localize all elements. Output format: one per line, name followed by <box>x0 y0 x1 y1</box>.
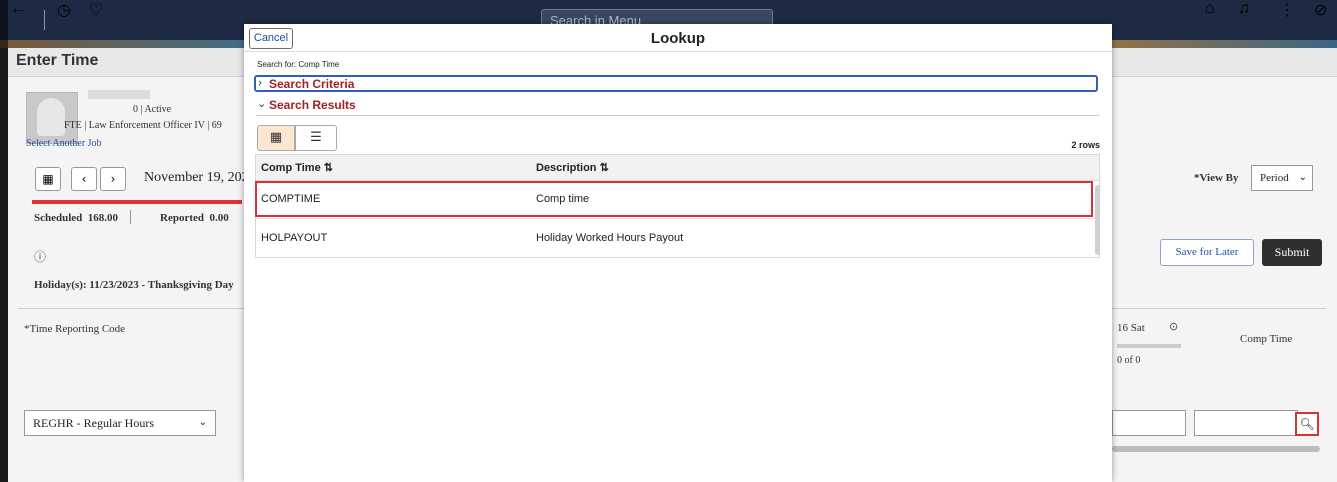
trc-column-header: *Time Reporting Code <box>24 323 126 335</box>
more-icon[interactable]: ⋮ <box>1279 0 1295 20</box>
search-results-divider <box>256 115 1100 116</box>
comp-time-input[interactable] <box>1194 410 1298 436</box>
chevron-down-icon: ⌄ <box>198 417 207 428</box>
comp-time-lookup-button[interactable]: 🔍︎ <box>1295 412 1319 436</box>
scheduled-label: Scheduled 168.00 <box>34 212 118 224</box>
view-by-label: *View By <box>1194 172 1239 184</box>
employee-job: FTE | Law Enforcement Officer IV | 69 <box>64 120 222 131</box>
trc-select-value: REGHR - Regular Hours <box>33 416 154 430</box>
avatar-silhouette-icon <box>37 98 65 136</box>
search-results-label[interactable]: Search Results <box>269 98 356 112</box>
row-highlight <box>255 181 1093 217</box>
chevron-down-icon: ⌄ <box>1298 172 1307 183</box>
next-period-button[interactable]: › <box>100 167 126 191</box>
horizontal-scrollbar[interactable] <box>1112 446 1320 452</box>
calendar-icon: ▦ <box>42 172 54 186</box>
comp-time-column-header: Comp Time <box>1240 333 1293 345</box>
notification-icon[interactable]: ♫ <box>1238 0 1250 18</box>
history-icon[interactable]: ◷ <box>57 0 71 20</box>
grid-scrollbar[interactable] <box>1095 185 1100 255</box>
previous-period-button[interactable]: ‹ <box>71 167 97 191</box>
reported-label-text: Reported <box>160 212 204 224</box>
chevron-left-icon: ‹ <box>81 172 87 186</box>
holiday-notice: Holiday(s): 11/23/2023 - Thanksgiving Da… <box>34 279 234 291</box>
rows-count: 2 rows <box>1071 140 1100 150</box>
home-icon[interactable]: ⌂ <box>1205 0 1215 18</box>
submit-button[interactable]: Submit <box>1262 239 1322 266</box>
save-for-later-button[interactable]: Save for Later <box>1160 239 1254 266</box>
grid-view-button[interactable]: ▦ <box>257 125 295 151</box>
search-icon: 🔍︎ <box>1299 417 1315 431</box>
day-expand-icon[interactable]: ⊙ <box>1169 320 1178 333</box>
calendar-button[interactable]: ▦ <box>35 167 61 191</box>
scheduled-value: 168.00 <box>87 212 119 224</box>
grid-header-row <box>256 155 1099 181</box>
list-view-button[interactable]: ☰ <box>295 125 337 151</box>
day-progress-bar <box>1117 344 1181 348</box>
day-progress-text: 0 of 0 <box>1117 355 1141 366</box>
view-by-value: Period <box>1260 172 1289 184</box>
summary-divider <box>130 210 131 224</box>
list-icon: ☰ <box>310 130 322 145</box>
period-date: November 19, 202 <box>144 170 244 185</box>
favorite-icon[interactable]: ♡ <box>89 0 103 20</box>
grid-icon: ▦ <box>269 130 283 145</box>
back-arrow-icon[interactable]: ← <box>10 0 26 18</box>
day-label: 16 Sat <box>1117 322 1145 334</box>
column-header-description[interactable]: Description ⇅ <box>536 161 609 174</box>
chevron-down-icon: ⌄ <box>257 97 267 110</box>
search-criteria-label[interactable]: Search Criteria <box>269 77 354 91</box>
info-icon[interactable]: ⓘ <box>34 248 46 265</box>
scheduled-label-text: Scheduled <box>34 212 83 224</box>
trc-select[interactable]: REGHR - Regular Hours ⌄ <box>24 410 216 436</box>
hours-input[interactable] <box>1112 410 1186 436</box>
reported-value: 0.00 <box>209 212 229 224</box>
select-another-job-link[interactable]: Select Another Job <box>26 138 102 149</box>
chevron-right-icon: › <box>110 172 116 186</box>
reported-progress-bar <box>32 200 242 204</box>
navigator-icon[interactable]: ⊘ <box>1314 0 1327 20</box>
search-criteria-toggle[interactable] <box>254 75 1098 92</box>
row-description[interactable]: Holiday Worked Hours Payout <box>536 232 683 244</box>
search-for-text: Search for: Comp Time <box>257 60 340 69</box>
lookup-title: Lookup <box>650 30 706 47</box>
row-comp-time-code[interactable]: HOLPAYOUT <box>261 232 327 244</box>
section-divider <box>18 308 244 309</box>
header-divider <box>44 10 45 30</box>
section-divider-right <box>1112 308 1326 309</box>
page-title: Enter Time <box>16 52 99 69</box>
redacted-name <box>88 90 150 99</box>
column-header-comp-time[interactable]: Comp Time ⇅ <box>261 161 333 174</box>
chevron-right-icon: › <box>258 76 263 89</box>
view-by-select[interactable]: Period ⌄ <box>1251 165 1313 191</box>
employee-status: 0 | Active <box>133 104 172 115</box>
reported-label: Reported 0.00 <box>160 212 229 224</box>
modal-overlay <box>0 0 8 482</box>
